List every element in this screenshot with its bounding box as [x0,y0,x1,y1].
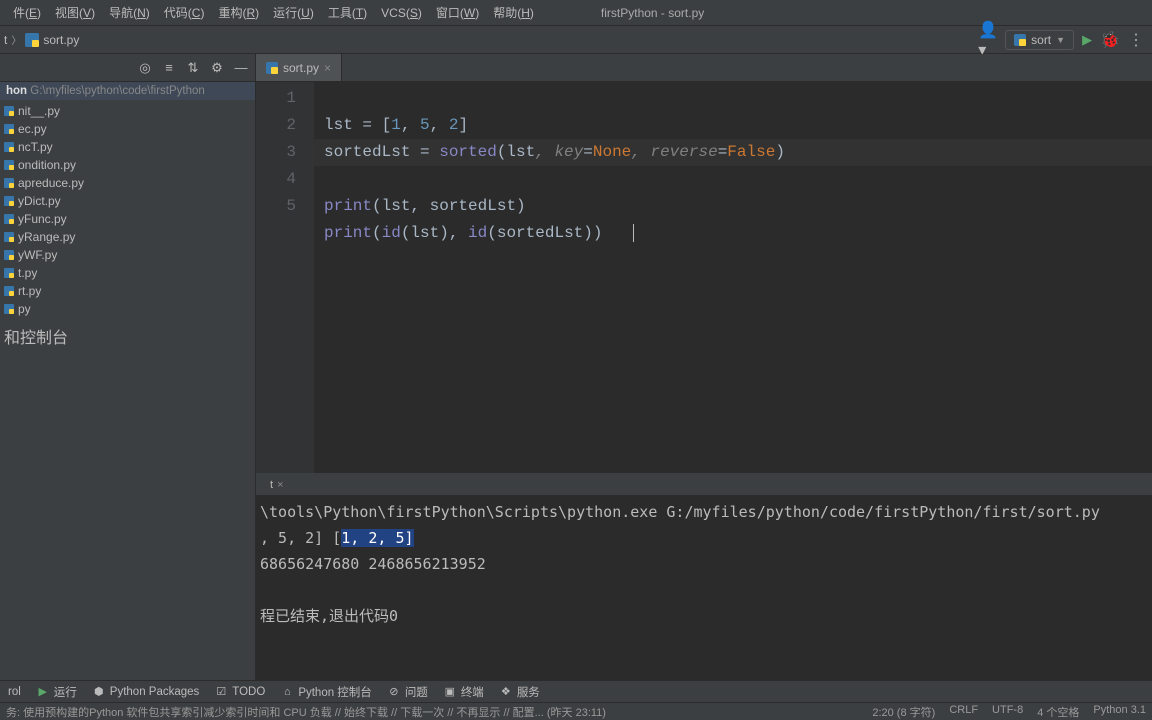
run-tool-window: t× \tools\Python\firstPython\Scripts\pyt… [256,473,1152,680]
navigation-row: t 〉 sort.py 👤▾ sort ▼ ▶ 🐞 ⋮ [0,26,1152,54]
collapse-all-icon[interactable]: ⇅ [185,60,201,76]
bb-run[interactable]: ▶运行 [37,684,77,700]
status-bar: 务: 使用预构建的Python 软件包共享索引减少索引时间和 CPU 负载 //… [0,702,1152,720]
file-encoding[interactable]: UTF-8 [992,704,1023,720]
menu-code[interactable]: 代码(C) [157,4,212,21]
bb-python-console[interactable]: ⌂Python 控制台 [281,684,372,700]
tree-file[interactable]: rt.py [0,282,255,300]
scratches-section[interactable]: 和控制台 [0,320,255,352]
tree-file[interactable]: t.py [0,264,255,282]
project-root[interactable]: hon G:\myfiles\python\code\firstPython [0,82,255,100]
close-icon[interactable]: × [277,479,283,491]
menu-help[interactable]: 帮助(H) [486,4,541,21]
tree-file[interactable]: apreduce.py [0,174,255,192]
tree-file[interactable]: ec.py [0,120,255,138]
package-icon: ⬢ [93,686,105,698]
run-configuration-selector[interactable]: sort ▼ [1005,30,1074,50]
run-tab[interactable]: t× [260,479,294,491]
line-ending[interactable]: CRLF [949,704,978,720]
status-message[interactable]: 务: 使用预构建的Python 软件包共享索引减少索引时间和 CPU 负载 //… [6,704,606,720]
line-gutter: 1 2 3 4 5 [256,82,314,473]
todo-icon: ☑ [215,686,227,698]
tree-file[interactable]: yFunc.py [0,210,255,228]
python-file-icon [25,33,39,47]
tree-file[interactable]: yDict.py [0,192,255,210]
bb-services[interactable]: ❖服务 [500,684,540,700]
tree-file[interactable]: ondition.py [0,156,255,174]
problems-icon: ⊘ [388,686,400,698]
bb-packages[interactable]: ⬢Python Packages [93,686,200,698]
expand-all-icon[interactable]: ≡ [161,60,177,76]
chevron-down-icon: ▼ [1056,35,1065,45]
python-icon [1014,34,1026,46]
breadcrumb-root[interactable]: t [4,33,7,47]
editor-tabs: sort.py × [256,54,1152,82]
editor-tab-sort[interactable]: sort.py × [256,54,342,81]
python-file-icon [266,62,278,74]
cursor-position[interactable]: 2:20 (8 字符) [872,704,935,720]
menu-refactor[interactable]: 重构(R) [211,4,266,21]
menu-tools[interactable]: 工具(T) [321,4,374,21]
debug-button[interactable]: 🐞 [1100,30,1120,50]
locate-icon[interactable]: ◎ [137,60,153,76]
tree-file[interactable]: ncT.py [0,138,255,156]
project-sidebar: ◎ ≡ ⇅ ⚙ — hon G:\myfiles\python\code\fir… [0,54,256,680]
more-actions-button[interactable]: ⋮ [1128,30,1144,50]
services-icon: ❖ [500,686,512,698]
bb-problems[interactable]: ⊘问题 [388,684,428,700]
window-title: firstPython - sort.py [601,6,704,20]
text-cursor [633,224,634,242]
settings-icon[interactable]: ⚙ [209,60,225,76]
run-button[interactable]: ▶ [1082,32,1092,48]
tree-file[interactable]: yRange.py [0,228,255,246]
play-icon: ▶ [37,686,49,698]
run-output[interactable]: \tools\Python\firstPython\Scripts\python… [256,495,1152,680]
tree-file[interactable]: nit__.py [0,102,255,120]
selected-text: 1, 2, 5] [341,529,413,547]
code-area[interactable]: lst = [1, 5, 2] sortedLst = sorted(lst, … [314,82,1152,473]
menu-vcs[interactable]: VCS(S) [374,6,429,20]
indent-setting[interactable]: 4 个空格 [1037,704,1079,720]
bb-terminal[interactable]: rol [8,686,21,698]
menu-file[interactable]: 件(E) [6,4,48,21]
menu-run[interactable]: 运行(U) [266,4,321,21]
tree-file[interactable]: py [0,300,255,318]
user-icon[interactable]: 👤▾ [979,31,997,49]
breadcrumb-file[interactable]: sort.py [25,33,79,47]
bb-todo[interactable]: ☑TODO [215,686,265,698]
bb-terminal2[interactable]: ▣终端 [444,684,484,700]
close-tab-icon[interactable]: × [324,61,331,75]
console-icon: ⌂ [281,686,293,698]
interpreter[interactable]: Python 3.1 [1093,704,1146,720]
bottom-toolbar: rol ▶运行 ⬢Python Packages ☑TODO ⌂Python 控… [0,680,1152,702]
project-tree: nit__.py ec.py ncT.py ondition.py apredu… [0,100,255,320]
hide-icon[interactable]: — [233,60,249,76]
menu-view[interactable]: 视图(V) [48,4,102,21]
chevron-right-icon: 〉 [11,32,21,47]
terminal-icon: ▣ [444,686,456,698]
code-editor[interactable]: 1 2 3 4 5 lst = [1, 5, 2] sortedLst = so… [256,82,1152,473]
tree-file[interactable]: yWF.py [0,246,255,264]
menu-window[interactable]: 窗口(W) [429,4,486,21]
menu-navigate[interactable]: 导航(N) [102,4,157,21]
